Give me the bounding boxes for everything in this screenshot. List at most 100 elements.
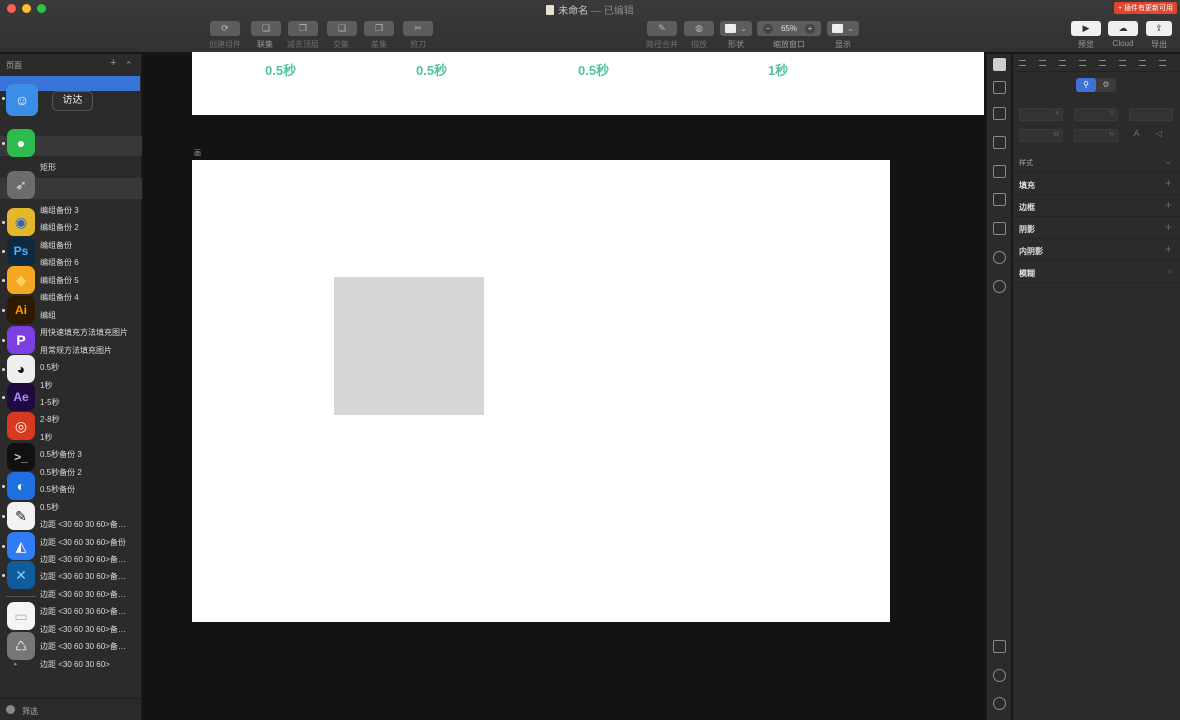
qq-icon[interactable]: ◕ [7,355,35,383]
toolbar-cloud-button[interactable]: ☁ Cloud [1106,21,1140,48]
artboard-top[interactable]: 0.5秒 0.5秒 0.5秒 1秒 [192,52,984,115]
sketch-icon[interactable]: ◆ [7,266,35,294]
toolbar-difference-button[interactable]: ❒ 差集 [361,21,397,50]
align-left-icon[interactable] [1019,60,1026,66]
width-field[interactable]: W [1019,129,1063,142]
netease-music-icon[interactable]: ◎ [7,412,35,440]
layer-row[interactable]: 边距 <30 60 30 60>备… [40,641,126,652]
after-effects-icon[interactable]: Ae [7,383,35,411]
chrome-icon[interactable]: ◉ [7,208,35,236]
inspector-section-row[interactable]: 模糊 ◦ [1013,261,1180,283]
plugin-update-badge[interactable]: + 插件有更新可用 [1113,2,1177,14]
mode-toggle[interactable]: ⚲ ⚙ [1076,78,1116,92]
x-field[interactable]: X [1019,108,1063,121]
toolbar-union-button[interactable]: ❏ 联集 [251,21,281,50]
layer-row[interactable]: 边距 <30 60 30 60>备… [40,571,126,582]
timing-label[interactable]: 1秒 [768,60,788,79]
add-icon[interactable]: + [1165,242,1172,256]
add-page-button[interactable]: + [110,57,116,69]
add-icon[interactable]: + [1165,220,1172,234]
mode-off-icon[interactable]: ⚙ [1096,78,1116,92]
layer-row[interactable]: 1秒 [40,380,52,391]
layer-row[interactable]: 0.5秒备份 2 [40,467,82,478]
height-field[interactable]: H [1074,129,1118,142]
timing-label[interactable]: 0.5秒 [265,60,296,79]
add-icon[interactable]: + [1165,198,1172,212]
filter-icon[interactable] [6,705,15,714]
layer-row[interactable]: 0.5秒 [40,362,59,373]
layer-row[interactable]: 边距 <30 60 30 60>备… [40,554,126,565]
lock-ratio-toggle[interactable]: A [1134,129,1148,142]
layer-row[interactable]: 边距 <30 60 30 60> [40,659,110,670]
timing-label[interactable]: 0.5秒 [416,60,447,79]
flip-toggle[interactable]: ◁ [1156,129,1170,142]
toolbar-view-button[interactable]: ▣⌄ 显示 [826,21,860,50]
align-center-icon[interactable] [1039,60,1046,66]
terminal-icon[interactable]: >_ [7,443,35,471]
trash-icon[interactable]: ♺ [7,632,35,660]
toolbar-zoom-button[interactable]: −65% + 缩放窗口 [757,21,821,50]
document-icon[interactable]: ▭ [7,602,35,630]
toolbar-intersect-button[interactable]: ❑ 交集 [327,21,357,50]
layer-row[interactable]: 用快速填充方法填充图片 [40,327,128,338]
chart-icon[interactable] [993,280,1006,293]
wechat-icon[interactable]: ● [7,129,35,157]
grid-icon[interactable] [993,107,1006,120]
y-field[interactable]: Y [1074,108,1118,121]
layer-row[interactable]: 边距 <30 60 30 60>备份 [40,537,126,548]
settings-icon[interactable] [993,697,1006,710]
zoom-in-button[interactable]: + [805,23,815,34]
inspector-section-row[interactable]: 内阴影 + [1013,239,1180,261]
style-section[interactable]: 样式 ⌄ [1013,151,1180,173]
pixso-icon[interactable]: P [7,326,35,354]
gift-icon[interactable] [993,640,1006,653]
toggle-icon[interactable]: ◦ [1168,264,1172,278]
photoshop-icon[interactable]: Ps [7,237,35,265]
rectangle-shape[interactable] [334,277,484,415]
layer-row[interactable]: 编组备份 2 [40,222,79,233]
distribute-vertical-icon[interactable] [1159,60,1166,66]
layer-row[interactable]: 编组备份 4 [40,292,79,303]
upload-icon[interactable] [993,81,1006,94]
toolbar-subtract-button[interactable]: ❐ 减去顶层 [285,21,321,50]
mode-on-icon[interactable]: ⚲ [1076,78,1096,92]
inbox-icon[interactable] [993,136,1006,149]
layer-row[interactable]: 边距 <30 60 30 60>备… [40,624,126,635]
inspector-section-row[interactable]: 填充 + [1013,173,1180,195]
toolbar-path-merge-button[interactable]: ✎ 路径合并 [644,21,680,50]
layer-row[interactable]: 编组备份 5 [40,275,79,286]
add-icon[interactable]: + [1165,176,1172,190]
layer-row[interactable]: 0.5秒备份 [40,484,75,495]
layer-row[interactable]: 0.5秒 [40,502,59,513]
launchpad-icon[interactable]: ➶ [7,171,35,199]
xmind-icon[interactable]: ✕ [7,561,35,589]
align-middle-icon[interactable] [1119,60,1126,66]
canvas[interactable]: 0.5秒 0.5秒 0.5秒 1秒 画 [143,52,985,720]
finder-icon[interactable]: ☺ [6,84,38,116]
palette-icon[interactable] [993,251,1006,264]
toolbar-component-button[interactable]: ⟳ 创建组件 [209,21,241,50]
layer-row[interactable]: 编组备份 3 [40,205,79,216]
illustrator-icon[interactable]: Ai [7,296,35,324]
layer-row[interactable]: 编组备份 6 [40,257,79,268]
inspector-section-row[interactable]: 阴影 + [1013,217,1180,239]
layer-row[interactable]: 边距 <30 60 30 60>备… [40,589,126,600]
layer-row[interactable]: 用常规方法填充图片 [40,345,112,356]
artboard-main[interactable] [192,160,890,622]
filter-bar[interactable]: 筛选 [0,698,142,720]
layer-row[interactable]: 1秒 [40,432,52,443]
layer-row[interactable]: 边距 <30 60 30 60>备… [40,519,126,530]
kitchen-icon[interactable] [993,58,1006,71]
chevron-down-icon[interactable]: ⌄ [1164,156,1172,167]
distribute-icon[interactable] [1079,60,1086,66]
layer-row[interactable]: 边距 <30 60 30 60>备… [40,606,126,617]
help-icon[interactable] [993,669,1006,682]
collapse-icon[interactable]: ⌃ [125,60,133,71]
lanhu-icon[interactable]: ◭ [7,532,35,560]
layer-row[interactable]: 编组备份 [40,240,72,251]
toolbar-play-button[interactable]: ▶ 预览 [1071,21,1101,50]
layer-row[interactable]: 矩形 [40,162,56,173]
pen-app-icon[interactable]: ✎ [7,502,35,530]
layer-row[interactable]: 2-8秒 [40,414,60,425]
frame-icon[interactable] [993,193,1006,206]
